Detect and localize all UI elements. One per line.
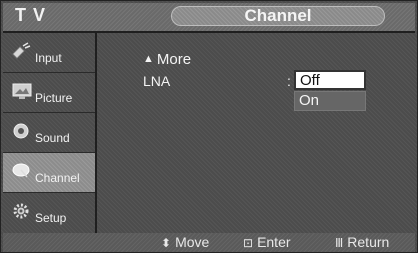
channel-settings-panel: ▲ More LNA : Off On <box>99 33 415 233</box>
more-label: More <box>156 51 192 68</box>
sidebar-item-label: Channel <box>35 171 80 185</box>
value-separator: : <box>287 73 291 89</box>
lna-options-list: Off On <box>294 70 366 111</box>
sidebar-item-sound[interactable]: Sound <box>3 113 95 153</box>
sidebar-item-picture[interactable]: Picture <box>3 73 95 113</box>
lna-setting-label: LNA <box>143 73 171 89</box>
enter-hint: ⊡ Enter <box>243 234 291 250</box>
input-plug-icon <box>11 42 33 60</box>
osd-menu-frame: T V Channel Input Picture Sound Channel … <box>0 0 418 253</box>
button-hint-bar: ⬍ Move ⊡ Enter Ⅲ Return <box>3 233 415 252</box>
sidebar-item-channel[interactable]: Channel <box>3 153 95 193</box>
enter-hint-label: Enter <box>257 234 291 250</box>
return-hint: Ⅲ Return <box>335 234 389 250</box>
sidebar-nav: Input Picture Sound Channel Setup <box>3 33 97 233</box>
option-on[interactable]: On <box>294 91 366 111</box>
menu-header: T V Channel <box>3 3 415 33</box>
sidebar-item-input[interactable]: Input <box>3 33 95 73</box>
option-off[interactable]: Off <box>294 70 366 90</box>
sidebar-item-label: Setup <box>35 211 67 225</box>
sidebar-item-setup[interactable]: Setup <box>3 193 95 233</box>
more-up-link[interactable]: ▲ More <box>143 51 191 68</box>
picture-monitor-icon <box>11 82 33 100</box>
menu-title-bar: Channel <box>171 6 385 26</box>
move-hint: ⬍ Move <box>161 234 209 250</box>
up-arrow-icon: ▲ <box>143 53 154 65</box>
sidebar-item-label: Picture <box>35 91 73 105</box>
satellite-dish-icon <box>11 162 33 180</box>
sidebar-item-label: Input <box>35 51 62 65</box>
return-hint-label: Return <box>347 234 390 250</box>
move-hint-label: Move <box>175 234 210 250</box>
menu-title: Channel <box>244 6 312 25</box>
return-button-icon: Ⅲ <box>335 236 344 250</box>
updown-arrows-icon: ⬍ <box>161 236 172 250</box>
sidebar-item-label: Sound <box>35 131 70 145</box>
tv-brand-label: T V <box>15 5 47 25</box>
enter-button-icon: ⊡ <box>243 236 254 250</box>
speaker-icon <box>11 122 33 140</box>
gear-icon <box>11 202 33 220</box>
